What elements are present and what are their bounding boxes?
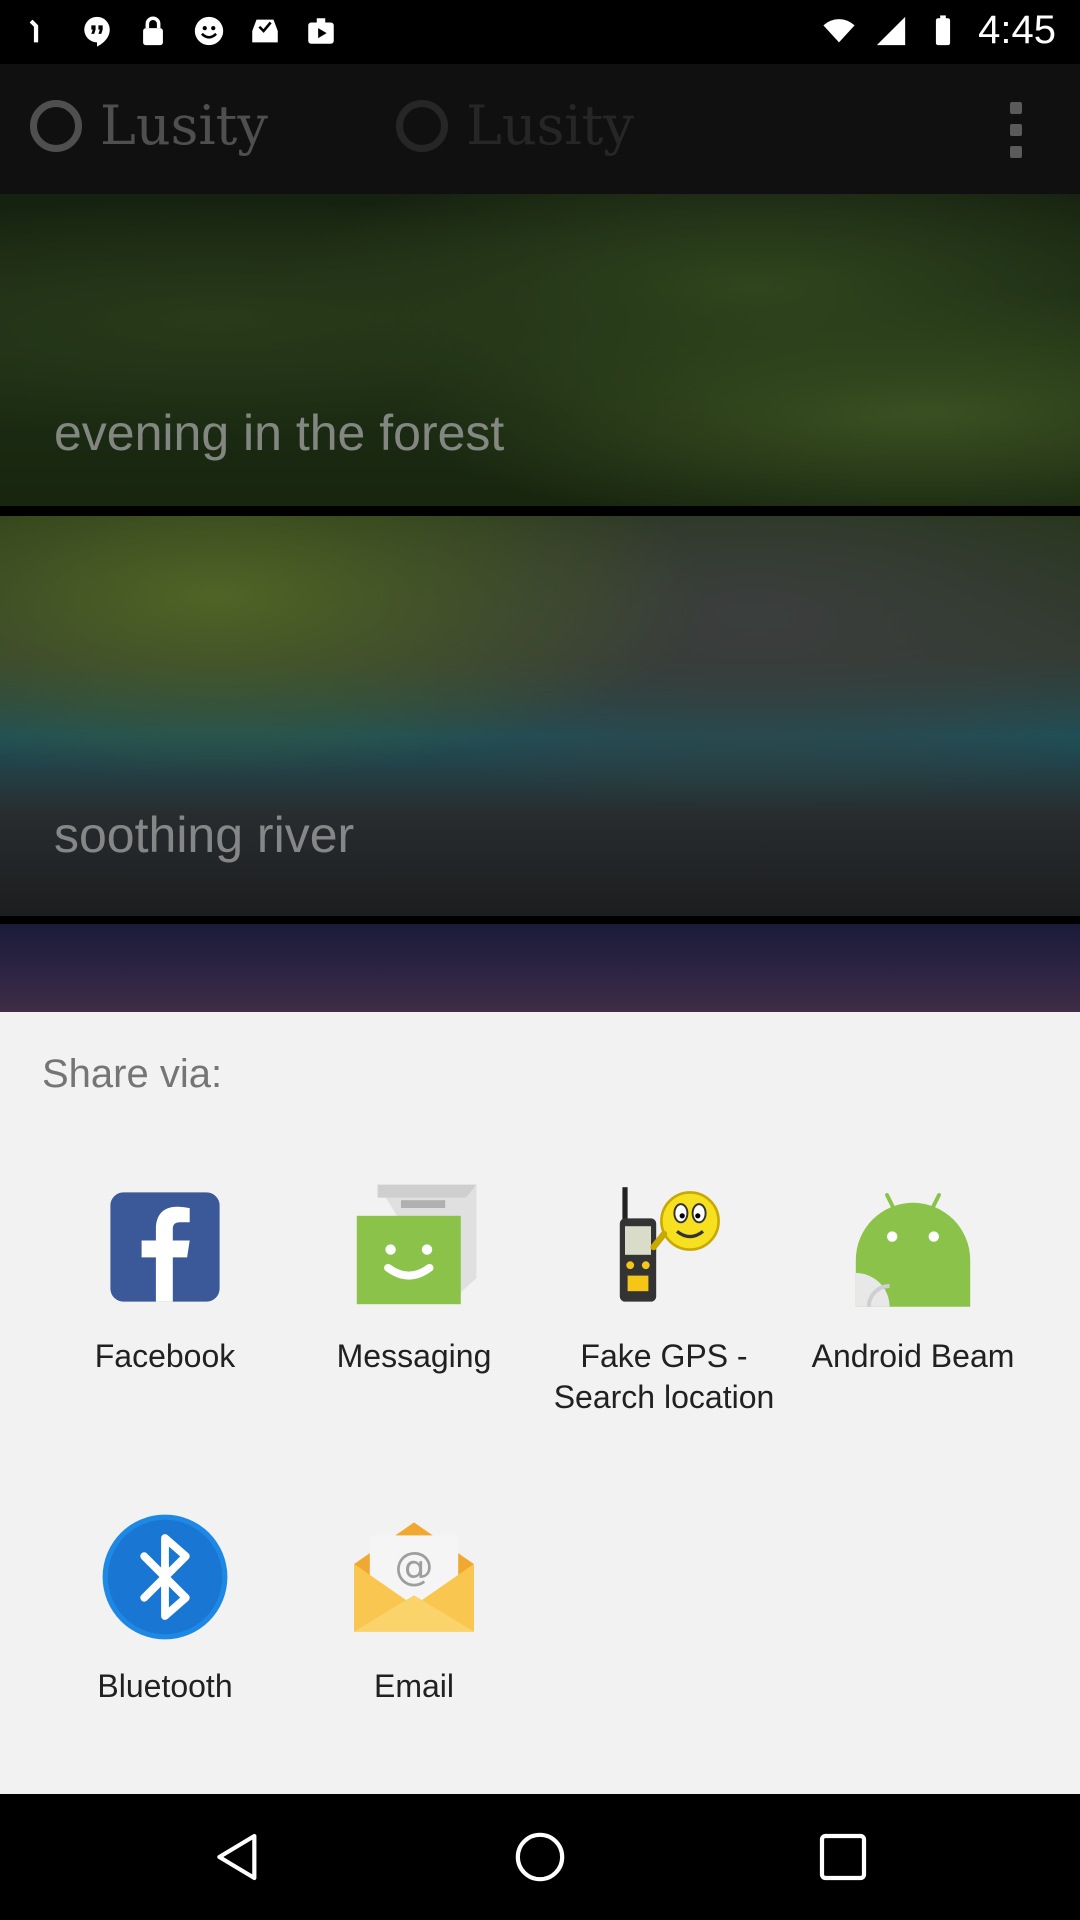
- scrim-overlay[interactable]: [0, 64, 1080, 1012]
- bluetooth-icon: [102, 1514, 228, 1640]
- home-icon[interactable]: [512, 1829, 568, 1885]
- share-target-bluetooth[interactable]: Bluetooth: [30, 1512, 300, 1707]
- clock: 4:45: [978, 8, 1056, 52]
- app-label: Bluetooth: [97, 1668, 233, 1704]
- app-label: Messaging: [336, 1338, 492, 1374]
- inbox-icon: [252, 19, 278, 43]
- lock-icon: [143, 16, 163, 46]
- share-target-facebook[interactable]: Facebook: [30, 1182, 300, 1377]
- cell-signal-icon: [876, 16, 906, 45]
- play-store-icon: [308, 18, 334, 44]
- share-target-android-beam[interactable]: Android Beam: [778, 1182, 1048, 1377]
- facebook-icon: [110, 1192, 220, 1302]
- emoji-icon: [194, 16, 224, 46]
- svg-text:@: @: [395, 1545, 434, 1590]
- notification-icons: [24, 14, 338, 48]
- share-target-email[interactable]: @ Email: [279, 1512, 549, 1707]
- app-label: Android Beam: [811, 1338, 1015, 1374]
- fake-gps-icon: [619, 1187, 720, 1302]
- hangouts-icon: [84, 16, 110, 47]
- share-target-fake-gps[interactable]: Fake GPS - Search location: [529, 1182, 799, 1418]
- background-app: Lusity Lusity evening in the forest soot…: [0, 64, 1080, 1012]
- messaging-icon: [356, 1184, 477, 1305]
- recents-icon[interactable]: [815, 1829, 871, 1885]
- share-target-messaging[interactable]: Messaging: [279, 1182, 549, 1377]
- share-heading: Share via:: [42, 1052, 223, 1096]
- back-icon[interactable]: [210, 1829, 266, 1885]
- battery-icon: [936, 14, 951, 45]
- navigation-bar: [0, 1794, 1080, 1920]
- email-icon: @: [354, 1522, 474, 1632]
- status-bar: 4:45: [0, 0, 1080, 64]
- wifi-icon: [823, 18, 855, 42]
- android-beam-icon: [855, 1193, 971, 1307]
- share-sheet: Share via: Facebook Messaging Fake GPS -…: [0, 1012, 1080, 1794]
- app-label: Fake GPS - Search location: [553, 1338, 775, 1415]
- app-label: Email: [373, 1668, 454, 1704]
- app-label: Facebook: [94, 1338, 236, 1374]
- signal-alt-icon: [29, 19, 39, 43]
